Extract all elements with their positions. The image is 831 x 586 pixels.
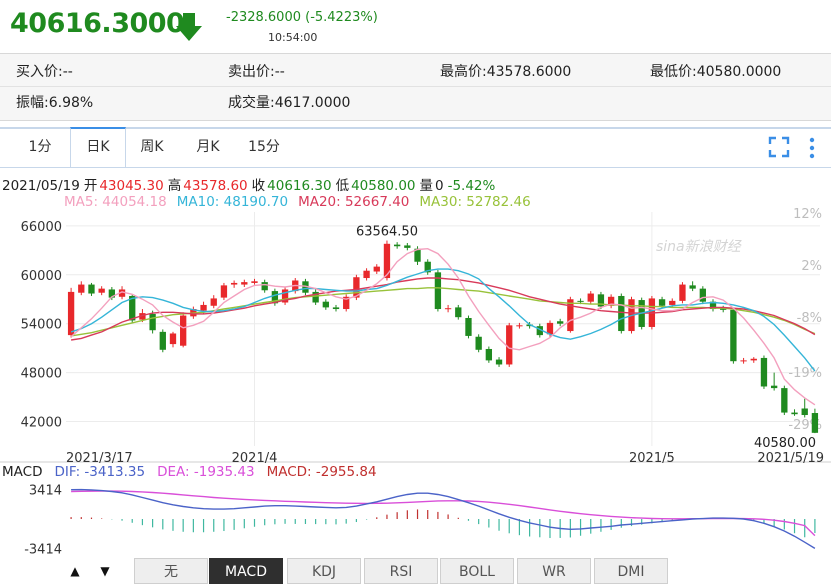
macd-tick-label: 3414	[29, 484, 62, 499]
candle-body	[669, 300, 676, 305]
candle-body	[200, 304, 207, 311]
candle-body	[261, 282, 268, 291]
candle-body	[516, 325, 523, 327]
scroll-up-icon[interactable]: ▲	[64, 558, 86, 584]
indicator-wr[interactable]: WR	[517, 558, 591, 584]
candle-body	[404, 245, 411, 248]
candle-body	[791, 412, 798, 415]
candle-body	[485, 348, 493, 361]
candle-body	[760, 357, 768, 387]
candle-body	[210, 298, 217, 306]
watermark-logo: sina新浪财经	[656, 239, 743, 255]
price-tick-label: 42000	[21, 416, 62, 431]
candle-body	[241, 282, 248, 285]
indicator-boll[interactable]: BOLL	[440, 558, 514, 584]
min-price-label: 40580.00	[754, 436, 816, 451]
candle-body	[159, 331, 166, 350]
candle-body	[750, 358, 757, 361]
candle-body	[770, 385, 778, 389]
candle-body	[230, 282, 238, 285]
candle-body	[455, 307, 462, 318]
macd-label: MACD	[2, 464, 43, 480]
candle-body	[373, 266, 380, 272]
candle-body	[220, 285, 228, 298]
indicator-tabs: ▲ ▼ 无 MACD KDJ RSI BOLL WR DMI	[0, 558, 831, 586]
candle-body	[699, 288, 706, 302]
candle-body	[689, 285, 696, 289]
price-tick-label: 48000	[21, 367, 62, 382]
candle-body	[811, 413, 819, 433]
candle-body	[67, 291, 75, 336]
date-tick-label: 2021/5/19	[757, 451, 824, 466]
indicator-none[interactable]: 无	[134, 558, 208, 584]
price-tick-label: 54000	[21, 318, 62, 333]
candle-body	[679, 284, 686, 301]
price-tick-label: 66000	[21, 220, 62, 235]
candle-body	[98, 288, 105, 293]
candle-body	[495, 359, 503, 365]
dif-legend: DIF: -3413.35	[54, 464, 146, 480]
candle-body	[465, 317, 472, 336]
candle-body	[251, 281, 258, 283]
candle-body	[730, 309, 737, 362]
candle-body	[180, 315, 187, 346]
indicator-dmi[interactable]: DMI	[594, 558, 668, 584]
candle-body	[88, 284, 95, 294]
candle-body	[577, 300, 584, 302]
candle-body	[363, 270, 370, 279]
candle-body	[781, 388, 788, 413]
candle-body	[618, 295, 625, 332]
percent-tick-label: 2%	[801, 259, 822, 274]
indicator-kdj[interactable]: KDJ	[287, 558, 361, 584]
indicator-macd[interactable]: MACD	[209, 558, 283, 584]
candle-body	[444, 308, 452, 310]
percent-tick-label: -19%	[788, 366, 822, 381]
price-tick-label: 60000	[21, 269, 62, 284]
candle-body	[78, 284, 85, 293]
candle-body	[332, 307, 340, 310]
ma5-line	[70, 247, 816, 406]
macd-value-legend: MACD: -2955.84	[266, 464, 377, 480]
macd-tick-label: -3414	[24, 542, 62, 557]
candle-body	[658, 299, 666, 306]
scroll-down-icon[interactable]: ▼	[94, 558, 116, 584]
candle-body	[149, 313, 156, 331]
indicator-rsi[interactable]: RSI	[364, 558, 438, 584]
max-price-label: 63564.50	[356, 225, 418, 240]
candle-body	[393, 244, 401, 247]
candle-body	[567, 299, 574, 332]
percent-tick-label: -8%	[797, 311, 822, 326]
percent-tick-label: 12%	[793, 207, 822, 222]
candle-body	[557, 321, 564, 324]
candle-body	[587, 293, 594, 302]
dea-legend: DEA: -1935.43	[157, 464, 255, 480]
candle-body	[740, 360, 747, 362]
date-tick-label: 2021/5	[629, 451, 675, 466]
candle-body	[801, 408, 808, 416]
candle-body	[506, 325, 513, 365]
candle-body	[169, 333, 177, 345]
candle-body	[322, 301, 329, 308]
candle-body	[475, 336, 482, 350]
macd-legend: MACD DIF: -3413.35 DEA: -1935.43 MACD: -295…	[2, 464, 389, 480]
